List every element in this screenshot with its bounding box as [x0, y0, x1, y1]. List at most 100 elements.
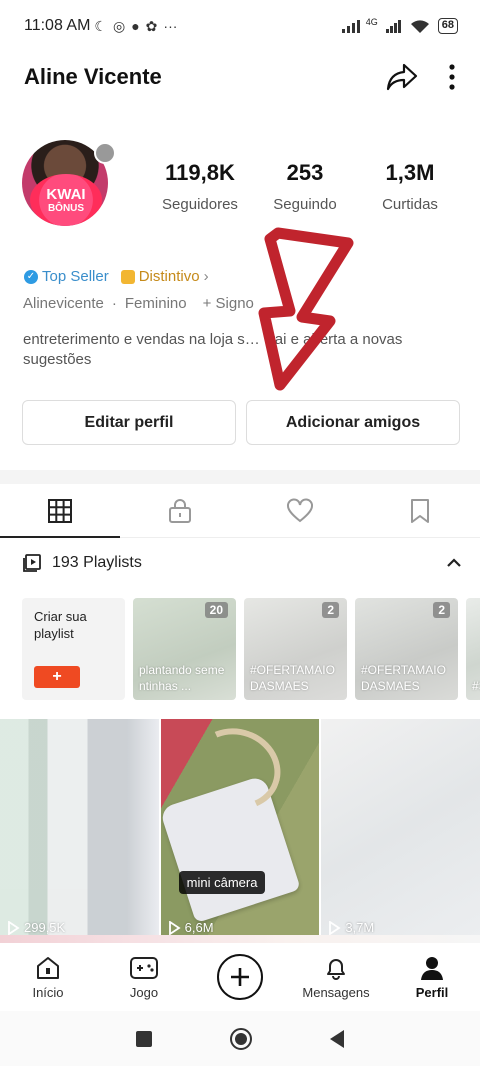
playlist-title: #S [472, 679, 480, 693]
tab-saved[interactable] [360, 484, 480, 537]
create-playlist-label: Criar sua playlist [34, 609, 87, 641]
playlists-count: 193 Playlists [52, 554, 142, 571]
bottom-nav: Início Jogo Mensagens Perfil [0, 943, 480, 1011]
content-tabs [0, 484, 480, 538]
moon-icon: ☾ [94, 17, 107, 34]
playlist-card[interactable]: 2 #OFERTAMAIO DASMAES [244, 598, 347, 700]
distintivo-badge[interactable]: Distintivo › [120, 268, 209, 285]
grid-next-row-strip [0, 935, 480, 943]
kwai-badge-line2: BÔNUS [47, 202, 85, 214]
video-views: 6,6M [167, 920, 214, 935]
heart-icon [287, 498, 313, 522]
video-views: 299,5K [6, 920, 65, 935]
profile-handle: Alinevicente [23, 295, 104, 312]
nav-game[interactable]: Jogo [96, 955, 192, 1000]
add-sign-link[interactable]: + Signo [203, 295, 254, 312]
network-type: 4G [365, 17, 378, 27]
playlist-count-badge: 20 [204, 602, 228, 618]
followers-label: Seguidores [162, 196, 238, 213]
nav-messages[interactable]: Mensagens [288, 955, 384, 1000]
playlist-card[interactable]: 20 plantando sementinhas ... [133, 598, 236, 700]
wifi-icon [410, 19, 429, 33]
top-seller-label: Top Seller [42, 268, 109, 285]
playlist-title: #OFERTAMAIO DASMAES [361, 663, 446, 693]
profile-header: Aline Vicente [0, 52, 480, 102]
video-views-count: 3,7M [345, 920, 375, 935]
avatar[interactable]: KWAI BÔNUS [22, 140, 116, 232]
verified-icon: ✓ [24, 269, 38, 284]
game-icon [130, 956, 158, 979]
more-options-icon[interactable] [448, 63, 456, 91]
grid-icon [48, 498, 72, 523]
chevron-up-icon[interactable] [446, 557, 462, 569]
bookmark-icon [411, 498, 429, 523]
home-icon [37, 956, 59, 979]
video-caption-label: mini câmera [178, 871, 266, 894]
system-nav-bar [0, 1011, 480, 1066]
playlist-card[interactable]: #S [466, 598, 480, 700]
back-icon[interactable] [330, 1029, 344, 1048]
playlists-header[interactable]: 193 Playlists [22, 553, 462, 573]
kwai-badge-line1: KWAI [46, 185, 86, 203]
playlist-count-badge: 2 [433, 602, 450, 618]
playlists-row: Criar sua playlist + 20 plantando sement… [22, 598, 480, 700]
tab-liked[interactable] [240, 484, 360, 537]
playlist-card[interactable]: 2 #OFERTAMAIO DASMAES [355, 598, 458, 700]
profile-icon [421, 956, 443, 980]
following-label: Seguindo [273, 196, 337, 213]
add-friends-button[interactable]: Adicionar amigos [246, 400, 460, 445]
share-icon[interactable] [386, 62, 418, 92]
home-button-icon[interactable] [230, 1027, 252, 1050]
status-notification-icons: ☾ ◎ ● ✿ ··· [94, 18, 177, 35]
playlist-title: plantando sementinhas ... [139, 663, 225, 693]
video-thumbnail[interactable]: mini câmera 6,6M [160, 719, 320, 941]
create-playlist-card[interactable]: Criar sua playlist + [22, 598, 125, 700]
chat-icon: ● [131, 18, 140, 34]
kwai-bonus-badge: KWAI BÔNUS [30, 174, 102, 226]
profile-badges: ✓ Top Seller Distintivo › [24, 268, 209, 285]
tab-private[interactable] [120, 484, 240, 537]
likes-label: Curtidas [382, 196, 438, 213]
whatsapp-icon: ◎ [112, 17, 126, 34]
nav-home[interactable]: Início [0, 955, 96, 1000]
tab-grid[interactable] [0, 484, 120, 538]
top-seller-badge[interactable]: ✓ Top Seller [24, 268, 109, 285]
stat-following[interactable]: 253 Seguindo [255, 160, 355, 213]
status-bar: 11:08 AM ☾ ◎ ● ✿ ··· 4G 68 [0, 0, 480, 52]
profile-name: Aline Vicente [24, 64, 162, 89]
bell-icon [327, 958, 345, 980]
followers-count: 119,8K [165, 160, 235, 185]
video-thumbnail[interactable]: 3,7M [321, 719, 480, 941]
nav-profile[interactable]: Perfil [384, 955, 480, 1000]
nav-create[interactable] [192, 954, 288, 1000]
chevron-right-icon: › [203, 268, 209, 285]
video-grid: 299,5K mini câmera 6,6M 3,7M [0, 719, 480, 941]
nav-home-label: Início [32, 984, 64, 1000]
playlist-count-badge: 2 [322, 602, 339, 618]
distintivo-icon [120, 269, 135, 284]
create-playlist-button[interactable]: + [34, 666, 80, 688]
secondary-avatar [94, 142, 116, 164]
app-icon: ✿ [145, 17, 158, 34]
play-icon [8, 920, 20, 935]
video-thumbnail[interactable]: 299,5K [0, 719, 159, 941]
status-time: 11:08 AM [24, 17, 91, 34]
profile-bio: entreterimento e vendas na loja s… wai e… [23, 331, 403, 368]
nav-game-label: Jogo [129, 984, 159, 1000]
lock-icon [169, 498, 191, 523]
stat-likes[interactable]: 1,3M Curtidas [360, 160, 460, 213]
edit-profile-button[interactable]: Editar perfil [22, 400, 236, 445]
profile-meta: Alinevicente · Feminino + Signo [23, 295, 254, 312]
profile-gender: Feminino [124, 295, 187, 312]
play-icon [329, 920, 341, 935]
playlist-title: #OFERTAMAIO DASMAES [250, 663, 335, 693]
nav-messages-label: Mensagens [302, 984, 370, 1000]
recents-icon[interactable] [136, 1030, 152, 1047]
signal-icon-2 [385, 20, 401, 33]
plus-icon [217, 954, 263, 1000]
section-divider [0, 470, 480, 484]
video-views-count: 299,5K [24, 920, 66, 935]
video-views: 3,7M [327, 920, 374, 935]
playlist-icon [23, 554, 41, 572]
stat-followers[interactable]: 119,8K Seguidores [150, 160, 250, 213]
